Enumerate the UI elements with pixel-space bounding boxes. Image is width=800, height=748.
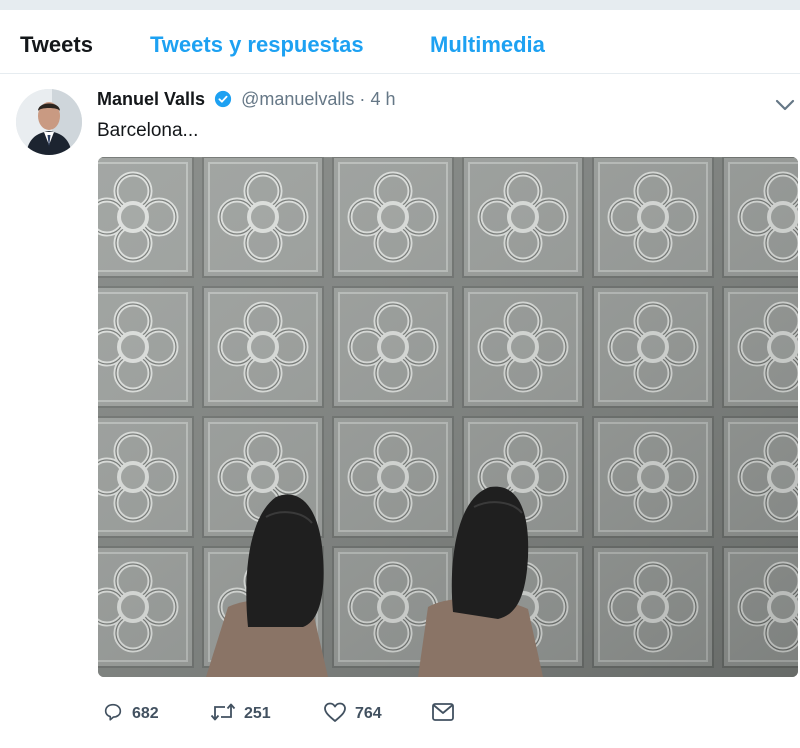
tweet-photo[interactable] (98, 157, 798, 677)
retweet-button[interactable]: 251 (210, 699, 271, 729)
reply-button[interactable]: 682 (102, 699, 159, 729)
retweet-icon (210, 701, 236, 728)
tab-media[interactable]: Multimedia (430, 32, 545, 58)
avatar[interactable] (16, 89, 82, 155)
tab-tweets-and-replies[interactable]: Tweets y respuestas (150, 32, 364, 58)
message-icon (431, 702, 455, 727)
tweet-actions: 682 251 764 (98, 699, 618, 729)
chevron-down-icon[interactable] (774, 97, 796, 113)
tweet-header: Manuel Valls @manuelvalls · 4 h (97, 89, 395, 113)
author-handle[interactable]: @manuelvalls (241, 89, 354, 109)
tab-tweets[interactable]: Tweets (20, 32, 93, 58)
retweet-count: 251 (244, 705, 271, 722)
author-name[interactable]: Manuel Valls (97, 89, 205, 109)
tiled-pavement-photo (98, 157, 798, 677)
header-separator: · (359, 89, 366, 109)
like-icon (323, 701, 347, 728)
direct-message-button[interactable] (431, 699, 455, 729)
like-count: 764 (355, 705, 382, 722)
timeline-card: Tweets Tweets y respuestas Multimedia Ma… (0, 10, 800, 748)
reply-icon (102, 701, 124, 728)
top-strip (0, 0, 800, 10)
tweet-text: Barcelona... (97, 120, 199, 141)
tweet-timestamp[interactable]: 4 h (370, 89, 395, 109)
tweet[interactable]: Manuel Valls @manuelvalls · 4 h Barcelon… (0, 75, 800, 748)
profile-tabs: Tweets Tweets y respuestas Multimedia (0, 10, 800, 74)
like-button[interactable]: 764 (323, 699, 382, 729)
verified-badge-icon (214, 90, 232, 113)
reply-count: 682 (132, 705, 159, 722)
